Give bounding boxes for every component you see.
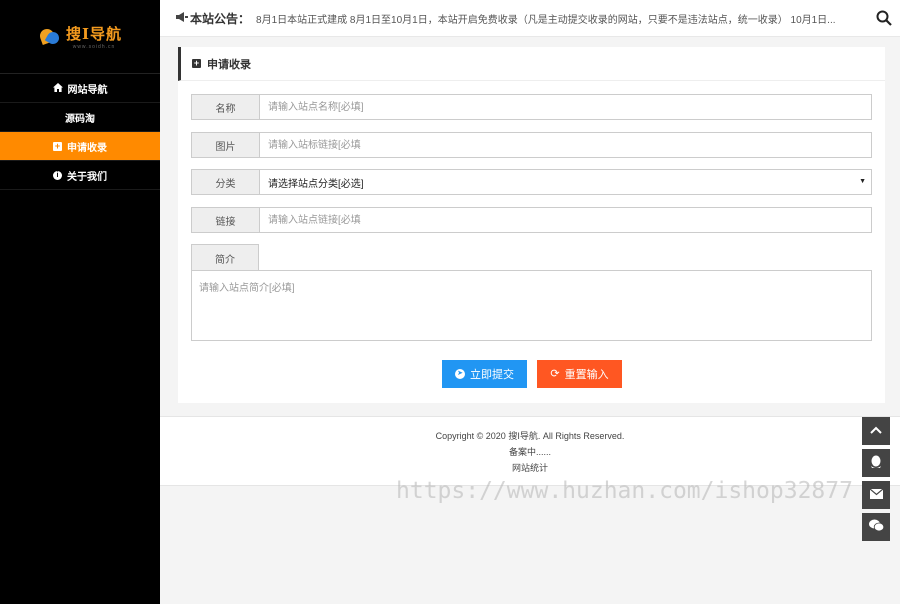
intro-textarea[interactable] <box>191 270 872 341</box>
link-label: 链接 <box>191 207 259 233</box>
category-select[interactable]: 请选择站点分类[必选] ▼ <box>259 169 872 195</box>
sidebar: 搜I导航 www.soidh.cn 网站导航 源码淘 + 申请收录 i 关于我们 <box>0 0 160 604</box>
chevron-down-icon: ▼ <box>859 178 866 185</box>
submit-label: 立即提交 <box>470 369 514 381</box>
home-icon <box>52 82 63 94</box>
sidebar-item-source-code[interactable]: 源码淘 <box>0 103 160 132</box>
icp-text: 备案中...... <box>508 447 551 457</box>
megaphone-icon <box>176 11 188 25</box>
watermark-text: https://www.huzhan.com/ishop32877 <box>396 478 853 504</box>
panel-title: 申请收录 <box>207 58 251 71</box>
image-input[interactable] <box>259 132 872 158</box>
sidebar-item-label: 源码淘 <box>65 113 95 125</box>
refresh-icon: ⟳ <box>550 368 560 380</box>
name-row: 名称 <box>191 94 872 120</box>
logo-title: 搜I导航 <box>65 25 123 43</box>
plus-square-icon: + <box>192 58 201 68</box>
reset-button[interactable]: ⟳ 重置输入 <box>537 360 622 388</box>
sidebar-item-about[interactable]: i 关于我们 <box>0 161 160 190</box>
back-to-top-button[interactable] <box>862 417 890 445</box>
link-input[interactable] <box>259 207 872 233</box>
envelope-icon <box>869 488 883 502</box>
notice-label: 本站公告： <box>190 11 251 26</box>
notice-text: 8月1日本站正式建成 8月1日至10月1日，本站开启免费收录（凡是主动提交收录的… <box>256 14 836 26</box>
submit-button[interactable]: ➤ 立即提交 <box>442 360 527 388</box>
site-logo[interactable]: 搜I导航 www.soidh.cn <box>0 0 160 74</box>
logo-icon <box>38 26 62 48</box>
wechat-button[interactable] <box>862 513 890 541</box>
category-select-value: 请选择站点分类[必选] <box>268 178 364 190</box>
send-icon: ➤ <box>455 369 465 379</box>
intro-label: 简介 <box>191 244 259 271</box>
sidebar-item-apply[interactable]: + 申请收录 <box>0 132 160 161</box>
qq-icon <box>870 455 882 472</box>
copyright-text: Copyright © 2020 搜I导航. All Rights Reserv… <box>435 431 625 441</box>
category-label: 分类 <box>191 169 259 195</box>
wechat-icon <box>868 519 884 535</box>
info-circle-icon: i <box>53 170 62 180</box>
search-icon[interactable] <box>876 10 892 26</box>
category-row: 分类 请选择站点分类[必选] ▼ <box>191 169 872 195</box>
sidebar-item-label: 网站导航 <box>67 84 108 96</box>
stats-link[interactable]: 网站统计 <box>512 463 548 473</box>
logo-subtitle: www.soidh.cn <box>72 44 116 50</box>
qq-button[interactable] <box>862 449 890 477</box>
sidebar-item-label: 关于我们 <box>67 171 107 183</box>
name-label: 名称 <box>191 94 259 120</box>
name-input[interactable] <box>259 94 872 120</box>
footer: Copyright © 2020 搜I导航. All Rights Reserv… <box>160 416 900 486</box>
plus-square-icon: + <box>53 140 62 151</box>
top-bar: 本站公告： 8月1日本站正式建成 8月1日至10月1日，本站开启免费收录（凡是主… <box>160 0 900 37</box>
apply-panel: + 申请收录 名称 图片 分类 请选择站点分类[必选] ▼ 链接 简介 ➤ 立即… <box>178 47 885 403</box>
image-label: 图片 <box>191 132 259 158</box>
link-row: 链接 <box>191 207 872 233</box>
image-row: 图片 <box>191 132 872 158</box>
email-button[interactable] <box>862 481 890 509</box>
reset-label: 重置输入 <box>564 369 609 381</box>
sidebar-item-site-nav[interactable]: 网站导航 <box>0 74 160 103</box>
panel-header: + 申请收录 <box>178 47 885 81</box>
sidebar-item-label: 申请收录 <box>67 142 107 154</box>
chevron-up-icon <box>870 425 882 437</box>
